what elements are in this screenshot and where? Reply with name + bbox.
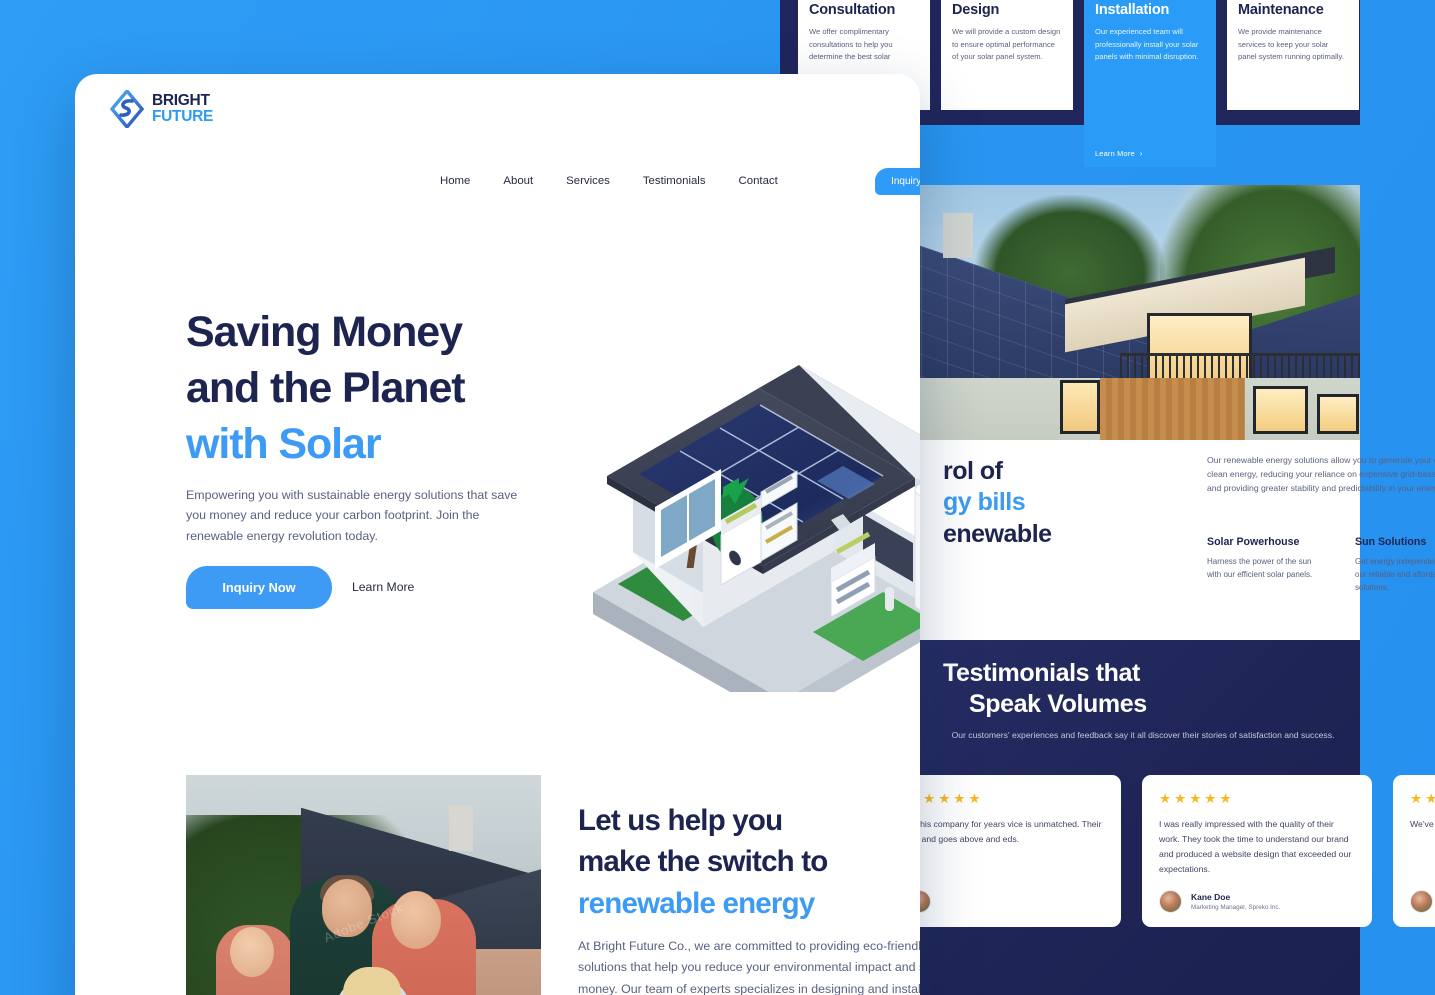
service-card-desc: We provide maintenance services to keep …: [1238, 27, 1344, 62]
nav-item-services[interactable]: Services: [566, 175, 610, 187]
hero-learn-more-link[interactable]: Learn More: [352, 580, 414, 594]
nav-inquiry-now-button[interactable]: Inquiry Now: [875, 168, 920, 195]
control-section-title: rol of gy bills enewable: [943, 456, 1052, 550]
testimonial-card[interactable]: ★★★★★ We've b and the team is beyond: [1393, 775, 1435, 927]
feature-desc: Harness the power of the sun with our ef…: [1207, 557, 1313, 579]
photo-wood-cladding: [1100, 378, 1245, 440]
hero-title: Saving Money and the Planet with Solar: [186, 305, 466, 473]
foreground-screen: BRIGHT FUTURE Home About Services Testim…: [75, 74, 920, 995]
house-bollard: [885, 587, 894, 611]
testimonial-text: th this company for years vice is unmatc…: [908, 819, 1102, 844]
service-card-desc: We offer complimentary consultations to …: [809, 27, 893, 62]
house-water-tank: [914, 483, 920, 611]
star-rating-icon: ★★★★★: [1410, 791, 1435, 806]
testimonial-card[interactable]: ★★★★★ th this company for years vice is …: [891, 775, 1121, 927]
testimonials-title-line1: Testimonials that: [943, 659, 1140, 687]
page-root: Consultation We offer complimentary cons…: [0, 0, 1435, 995]
switch-title-line3: renewable energy: [578, 886, 815, 920]
testimonials-title: Testimonials that Speak Volumes: [943, 658, 1147, 719]
hero-paragraph: Empowering you with sustainable energy s…: [186, 488, 518, 543]
testimonials-title-line2: Speak Volumes: [969, 689, 1147, 718]
testimonial-author-role: Marketing Manager, Spreko Inc.: [1191, 904, 1281, 911]
service-card-desc: We will provide a custom design to ensur…: [952, 27, 1061, 62]
testimonial-text: We've b and the team is beyond: [1410, 819, 1435, 829]
control-title-line1: rol of: [943, 457, 1003, 485]
service-card-title: Design: [952, 2, 1000, 18]
nav-item-home[interactable]: Home: [440, 175, 470, 187]
feature-title: Sun Solutions: [1355, 536, 1427, 548]
testimonial-author: Kane Doe Marketing Manager, Spreko Inc.: [1159, 890, 1280, 913]
nav-item-about[interactable]: About: [503, 175, 533, 187]
nav-item-contact[interactable]: Contact: [739, 175, 778, 187]
photo-window-1: [1060, 380, 1100, 434]
nav-item-testimonials[interactable]: Testimonials: [643, 175, 706, 187]
control-section-paragraph: Our renewable energy solutions allow you…: [1207, 455, 1435, 493]
logo-text: BRIGHT FUTURE: [152, 93, 213, 125]
logo-line2: FUTURE: [152, 108, 214, 125]
service-card-maintenance[interactable]: Maintenance We provide maintenance servi…: [1227, 0, 1359, 110]
star-rating-icon: ★★★★★: [908, 791, 984, 806]
feature-desc: Get energy independence with our reliabl…: [1355, 557, 1435, 592]
photo-chimney: [943, 213, 973, 258]
nav-links: Home About Services Testimonials Contact: [440, 175, 778, 187]
service-card-title: Installation: [1095, 2, 1170, 18]
avatar: [1410, 890, 1433, 913]
isometric-solar-house-illustration: [593, 365, 920, 692]
testimonial-author-name: Kane Doe: [1191, 892, 1231, 902]
feature-title: Solar Powerhouse: [1207, 536, 1300, 548]
hero-inquiry-now-button[interactable]: Inquiry Now: [186, 566, 332, 609]
hero-title-line1: Saving Money: [186, 308, 463, 356]
service-card-desc: Our experienced team will professionally…: [1095, 27, 1199, 62]
switch-section-paragraph: At Bright Future Co., we are committed t…: [578, 939, 920, 995]
feature-solar-powerhouse: Solar Powerhouse Harness the power of th…: [1207, 536, 1327, 595]
star-rating-icon: ★★★★★: [1159, 791, 1235, 806]
testimonial-card[interactable]: ★★★★★ I was really impressed with the qu…: [1142, 775, 1372, 927]
control-feature-list: Solar Powerhouse Harness the power of th…: [1207, 536, 1435, 595]
service-card-design[interactable]: Design We will provide a custom design t…: [941, 0, 1073, 110]
service-card-installation[interactable]: Installation Our experienced team will p…: [1084, 0, 1216, 167]
family-photo: Adobe Stock: [186, 775, 541, 995]
testimonial-text: I was really impressed with the quality …: [1159, 819, 1352, 874]
testimonial-author: [1410, 890, 1435, 913]
service-card-learn-more-link[interactable]: Learn More ›: [1095, 149, 1143, 158]
feature-sun-solutions: Sun Solutions Get energy independence wi…: [1355, 536, 1435, 595]
solar-house-photo: [915, 185, 1360, 440]
logo[interactable]: BRIGHT FUTURE: [110, 90, 213, 128]
switch-title-line1: Let us help you: [578, 804, 783, 837]
diamond-s-logo-icon: [110, 90, 144, 128]
service-card-learn-more-label: Learn More: [1095, 149, 1135, 158]
control-title-line2: gy bills: [943, 488, 1026, 517]
logo-line1: BRIGHT: [152, 92, 210, 110]
navbar: BRIGHT FUTURE: [75, 74, 920, 144]
switch-section-title: Let us help you make the switch to renew…: [578, 800, 828, 924]
switch-title-line2: make the switch to: [578, 845, 828, 879]
control-section: rol of gy bills enewable Our renewable e…: [915, 440, 1435, 640]
hero-title-line2: and the Planet: [186, 363, 466, 412]
service-card-title: Consultation: [809, 2, 896, 18]
testimonials-subtitle: Our customers' experiences and feedback …: [951, 730, 1335, 740]
testimonial-card-list: ★★★★★ th this company for years vice is …: [891, 775, 1435, 927]
photo-window-2: [1253, 386, 1308, 434]
hero-title-line3: with Solar: [186, 419, 382, 468]
photo-window-3: [1317, 394, 1359, 434]
service-card-title: Maintenance: [1238, 2, 1324, 18]
testimonials-section: Testimonials that Speak Volumes Our cust…: [891, 640, 1435, 995]
control-title-line3: enewable: [943, 519, 1052, 548]
chevron-right-icon: ›: [1139, 149, 1143, 158]
avatar: [1159, 890, 1182, 913]
